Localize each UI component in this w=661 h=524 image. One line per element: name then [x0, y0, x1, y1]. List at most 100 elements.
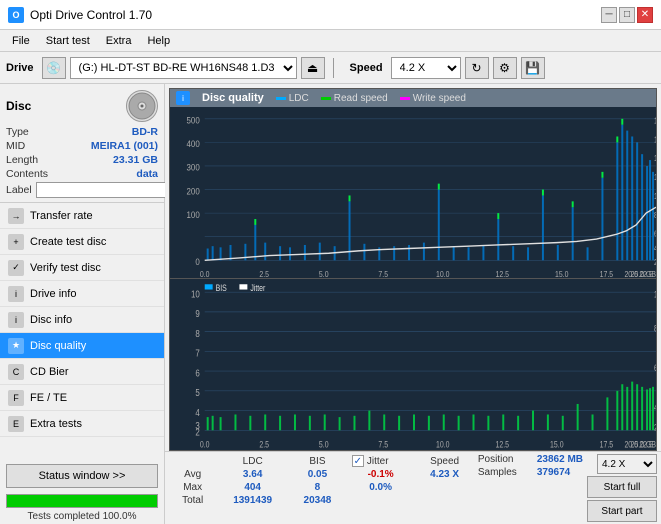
svg-text:9: 9 [195, 308, 199, 319]
svg-text:14X: 14X [654, 154, 656, 164]
main-area: Disc Type BD-R MID MEIRA1 (001) Length [0, 84, 661, 524]
svg-text:10.0: 10.0 [436, 269, 449, 278]
read-speed-legend-dot [321, 97, 331, 100]
svg-text:2.5: 2.5 [259, 439, 269, 449]
svg-text:2X: 2X [654, 257, 656, 267]
menu-help[interactable]: Help [139, 33, 178, 49]
stats-table: LDC BIS ✓ Jitter Speed [169, 454, 474, 522]
drive-label: Drive [6, 62, 34, 74]
extra-tests-label: Extra tests [30, 418, 82, 430]
svg-text:8%: 8% [654, 324, 656, 334]
contents-value: data [136, 168, 158, 180]
app-icon: O [8, 7, 24, 23]
verify-test-disc-icon: ✓ [8, 260, 24, 276]
avg-label: Avg [169, 468, 216, 481]
svg-text:4%: 4% [654, 403, 656, 413]
sidebar: Disc Type BD-R MID MEIRA1 (001) Length [0, 84, 165, 524]
sidebar-item-extra-tests[interactable]: E Extra tests [0, 411, 164, 437]
svg-text:16X: 16X [654, 135, 656, 145]
label-label: Label [6, 184, 32, 196]
svg-text:400: 400 [187, 138, 200, 149]
refresh-button[interactable]: ↻ [465, 57, 489, 79]
charts-area: 500 400 300 200 100 0 18X 16X 14X 12X 10… [170, 107, 656, 450]
max-ldc: 404 [216, 481, 289, 494]
svg-text:4X: 4X [654, 243, 656, 253]
svg-text:2.5: 2.5 [259, 269, 269, 278]
chart-container: i Disc quality LDC Read speed Write spee… [169, 88, 657, 451]
total-jitter-placeholder [346, 494, 416, 507]
menu-file[interactable]: File [4, 33, 38, 49]
legend-write-speed: Write speed [400, 93, 466, 104]
menu-start-test[interactable]: Start test [38, 33, 98, 49]
svg-text:0.0: 0.0 [200, 439, 210, 449]
samples-row: Samples 379674 [478, 467, 583, 478]
transfer-rate-label: Transfer rate [30, 210, 93, 222]
disc-title: Disc [6, 99, 31, 113]
ldc-legend-dot [276, 97, 286, 100]
samples-label: Samples [478, 467, 533, 478]
verify-test-disc-label: Verify test disc [30, 262, 101, 274]
chart-header: i Disc quality LDC Read speed Write spee… [170, 89, 656, 107]
svg-text:10: 10 [191, 288, 200, 299]
progress-bar-fill [7, 495, 157, 507]
sidebar-item-disc-info[interactable]: i Disc info [0, 307, 164, 333]
drive-select[interactable]: (G:) HL-DT-ST BD-RE WH16NS48 1.D3 [70, 57, 297, 79]
stats-total-row: Total 1391439 20348 [169, 494, 474, 507]
toolbar: Drive 💿 (G:) HL-DT-ST BD-RE WH16NS48 1.D… [0, 52, 661, 84]
sidebar-item-verify-test-disc[interactable]: ✓ Verify test disc [0, 255, 164, 281]
quality-speed-select[interactable]: 4.2 X [597, 454, 657, 474]
svg-text:BIS: BIS [216, 283, 228, 293]
drive-info-label: Drive info [30, 288, 76, 300]
svg-text:6: 6 [195, 367, 199, 378]
drive-info-icon: i [8, 286, 24, 302]
stats-header-jitter-check: ✓ Jitter [346, 454, 416, 468]
stats-header-ldc: LDC [216, 454, 289, 468]
total-speed-placeholder [415, 494, 473, 507]
ldc-legend-label: LDC [289, 93, 309, 104]
close-button[interactable]: ✕ [637, 7, 653, 23]
chart-title: Disc quality [202, 92, 264, 104]
position-value: 23862 MB [537, 454, 583, 465]
menubar: File Start test Extra Help [0, 30, 661, 52]
drive-icon-btn[interactable]: 💿 [42, 57, 66, 79]
chart-bottom: 10 9 8 7 6 5 4 3 2 10% 8% 6% 4% [170, 279, 656, 450]
nav-menu: → Transfer rate + Create test disc ✓ Ver… [0, 203, 164, 460]
settings-button[interactable]: ⚙ [493, 57, 517, 79]
sidebar-item-create-test-disc[interactable]: + Create test disc [0, 229, 164, 255]
fe-te-icon: F [8, 390, 24, 406]
svg-text:200: 200 [187, 186, 200, 197]
max-bis: 8 [289, 481, 346, 494]
svg-text:Jitter: Jitter [250, 283, 265, 293]
svg-text:5: 5 [195, 387, 199, 398]
svg-text:15.0: 15.0 [555, 269, 568, 278]
maximize-button[interactable]: □ [619, 7, 635, 23]
sidebar-item-cd-bier[interactable]: C CD Bier [0, 359, 164, 385]
label-row: Label 🔍 [6, 182, 158, 198]
menu-extra[interactable]: Extra [98, 33, 140, 49]
stats-area: LDC BIS ✓ Jitter Speed [165, 451, 661, 524]
disc-header: Disc [6, 90, 158, 122]
stats-header-speed: Speed [415, 454, 473, 468]
save-button[interactable]: 💾 [521, 57, 545, 79]
speed-select[interactable]: 4.2 X [391, 57, 461, 79]
legend-read-speed: Read speed [321, 93, 388, 104]
sidebar-item-transfer-rate[interactable]: → Transfer rate [0, 203, 164, 229]
disc-quality-icon: ★ [8, 338, 24, 354]
type-label: Type [6, 126, 29, 138]
svg-text:15.0: 15.0 [550, 439, 564, 449]
svg-text:0.0: 0.0 [200, 269, 210, 278]
avg-speed: 4.23 X [415, 468, 473, 481]
svg-text:8: 8 [195, 328, 199, 339]
sidebar-item-fe-te[interactable]: F FE / TE [0, 385, 164, 411]
minimize-button[interactable]: ─ [601, 7, 617, 23]
sidebar-item-disc-quality[interactable]: ★ Disc quality [0, 333, 164, 359]
svg-text:6%: 6% [654, 363, 656, 373]
eject-button[interactable]: ⏏ [301, 57, 325, 79]
label-input[interactable] [36, 182, 170, 198]
start-part-button[interactable]: Start part [587, 500, 657, 522]
window-controls[interactable]: ─ □ ✕ [601, 7, 653, 23]
start-full-button[interactable]: Start full [587, 476, 657, 498]
status-window-button[interactable]: Status window >> [6, 464, 158, 488]
jitter-checkbox[interactable]: ✓ [352, 455, 364, 467]
sidebar-item-drive-info[interactable]: i Drive info [0, 281, 164, 307]
